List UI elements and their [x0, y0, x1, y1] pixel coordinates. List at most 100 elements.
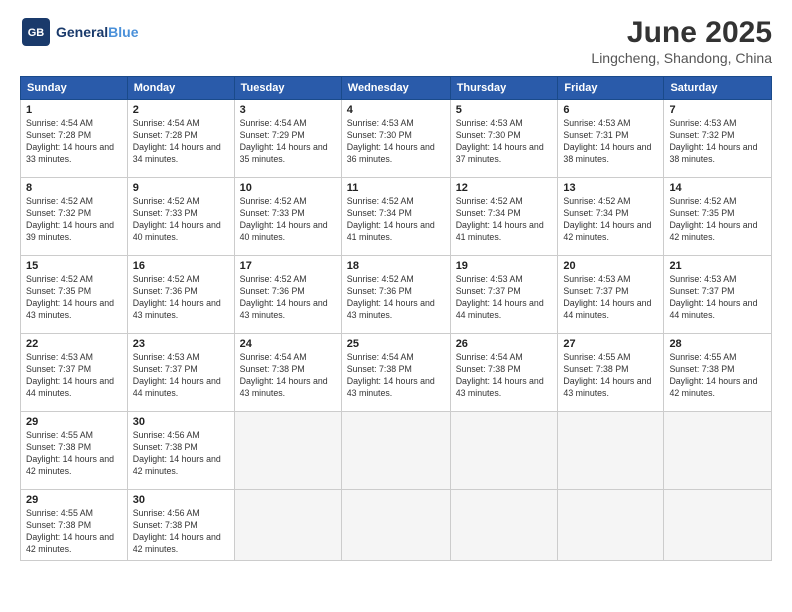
header-monday: Monday — [127, 77, 234, 100]
day-number: 24 — [240, 338, 336, 350]
day-number: 12 — [456, 182, 553, 194]
day-info: Sunrise: 4:52 AMSunset: 7:34 PMDaylight:… — [347, 196, 435, 242]
day-number: 8 — [26, 182, 122, 194]
day-info: Sunrise: 4:52 AMSunset: 7:33 PMDaylight:… — [133, 196, 221, 242]
calendar-week-4: 22 Sunrise: 4:53 AMSunset: 7:37 PMDaylig… — [21, 334, 772, 412]
calendar-cell — [450, 412, 558, 490]
calendar-week-3: 15 Sunrise: 4:52 AMSunset: 7:35 PMDaylig… — [21, 256, 772, 334]
calendar-cell: 22 Sunrise: 4:53 AMSunset: 7:37 PMDaylig… — [21, 334, 128, 412]
svg-text:GB: GB — [28, 27, 45, 39]
day-info: Sunrise: 4:55 AMSunset: 7:38 PMDaylight:… — [563, 352, 651, 398]
day-info: Sunrise: 4:53 AMSunset: 7:37 PMDaylight:… — [456, 274, 544, 320]
calendar-cell: 4 Sunrise: 4:53 AMSunset: 7:30 PMDayligh… — [341, 100, 450, 178]
calendar-cell: 3 Sunrise: 4:54 AMSunset: 7:29 PMDayligh… — [234, 100, 341, 178]
calendar-cell: 7 Sunrise: 4:53 AMSunset: 7:32 PMDayligh… — [664, 100, 772, 178]
day-number: 4 — [347, 104, 445, 116]
calendar-cell — [664, 412, 772, 490]
calendar-cell: 30 Sunrise: 4:56 AMSunset: 7:38 PMDaylig… — [127, 412, 234, 490]
day-number: 17 — [240, 260, 336, 272]
day-number: 9 — [133, 182, 229, 194]
header-thursday: Thursday — [450, 77, 558, 100]
calendar-week-2: 8 Sunrise: 4:52 AMSunset: 7:32 PMDayligh… — [21, 178, 772, 256]
logo-icon: GB — [20, 16, 52, 48]
day-number: 2 — [133, 104, 229, 116]
day-info: Sunrise: 4:52 AMSunset: 7:36 PMDaylight:… — [133, 274, 221, 320]
day-number: 13 — [563, 182, 658, 194]
day-info: Sunrise: 4:54 AMSunset: 7:28 PMDaylight:… — [26, 118, 114, 164]
day-number: 14 — [669, 182, 766, 194]
calendar-cell: 20 Sunrise: 4:53 AMSunset: 7:37 PMDaylig… — [558, 256, 664, 334]
calendar-cell — [234, 490, 341, 561]
day-info: Sunrise: 4:52 AMSunset: 7:35 PMDaylight:… — [669, 196, 757, 242]
day-number: 7 — [669, 104, 766, 116]
calendar-cell: 5 Sunrise: 4:53 AMSunset: 7:30 PMDayligh… — [450, 100, 558, 178]
calendar-cell: 28 Sunrise: 4:55 AMSunset: 7:38 PMDaylig… — [664, 334, 772, 412]
calendar-cell — [341, 490, 450, 561]
day-info: Sunrise: 4:53 AMSunset: 7:30 PMDaylight:… — [456, 118, 544, 164]
day-number: 15 — [26, 260, 122, 272]
day-number: 11 — [347, 182, 445, 194]
calendar-cell: 10 Sunrise: 4:52 AMSunset: 7:33 PMDaylig… — [234, 178, 341, 256]
calendar-cell — [450, 490, 558, 561]
calendar-cell: 18 Sunrise: 4:52 AMSunset: 7:36 PMDaylig… — [341, 256, 450, 334]
header-saturday: Saturday — [664, 77, 772, 100]
day-info: Sunrise: 4:52 AMSunset: 7:34 PMDaylight:… — [563, 196, 651, 242]
day-info: Sunrise: 4:53 AMSunset: 7:37 PMDaylight:… — [26, 352, 114, 398]
day-number: 29 — [26, 494, 122, 506]
calendar-cell: 17 Sunrise: 4:52 AMSunset: 7:36 PMDaylig… — [234, 256, 341, 334]
day-number: 20 — [563, 260, 658, 272]
day-info: Sunrise: 4:53 AMSunset: 7:31 PMDaylight:… — [563, 118, 651, 164]
calendar-week-1: 1 Sunrise: 4:54 AMSunset: 7:28 PMDayligh… — [21, 100, 772, 178]
calendar-cell: 30 Sunrise: 4:56 AMSunset: 7:38 PMDaylig… — [127, 490, 234, 561]
calendar-cell: 16 Sunrise: 4:52 AMSunset: 7:36 PMDaylig… — [127, 256, 234, 334]
calendar-cell: 29 Sunrise: 4:55 AMSunset: 7:38 PMDaylig… — [21, 490, 128, 561]
calendar-cell — [558, 412, 664, 490]
day-info: Sunrise: 4:56 AMSunset: 7:38 PMDaylight:… — [133, 430, 221, 476]
day-info: Sunrise: 4:52 AMSunset: 7:36 PMDaylight:… — [240, 274, 328, 320]
day-info: Sunrise: 4:54 AMSunset: 7:29 PMDaylight:… — [240, 118, 328, 164]
calendar-cell: 26 Sunrise: 4:54 AMSunset: 7:38 PMDaylig… — [450, 334, 558, 412]
day-number: 30 — [133, 494, 229, 506]
day-info: Sunrise: 4:53 AMSunset: 7:37 PMDaylight:… — [133, 352, 221, 398]
calendar-cell — [664, 490, 772, 561]
calendar-cell: 23 Sunrise: 4:53 AMSunset: 7:37 PMDaylig… — [127, 334, 234, 412]
calendar-cell: 15 Sunrise: 4:52 AMSunset: 7:35 PMDaylig… — [21, 256, 128, 334]
logo-general: GeneralBlue — [56, 24, 138, 40]
day-info: Sunrise: 4:54 AMSunset: 7:38 PMDaylight:… — [240, 352, 328, 398]
title-block: June 2025 Lingcheng, Shandong, China — [591, 16, 772, 66]
day-info: Sunrise: 4:55 AMSunset: 7:38 PMDaylight:… — [26, 430, 114, 476]
day-number: 21 — [669, 260, 766, 272]
calendar-cell: 11 Sunrise: 4:52 AMSunset: 7:34 PMDaylig… — [341, 178, 450, 256]
calendar-cell: 6 Sunrise: 4:53 AMSunset: 7:31 PMDayligh… — [558, 100, 664, 178]
day-info: Sunrise: 4:52 AMSunset: 7:35 PMDaylight:… — [26, 274, 114, 320]
main-title: June 2025 — [591, 16, 772, 50]
day-info: Sunrise: 4:52 AMSunset: 7:33 PMDaylight:… — [240, 196, 328, 242]
day-number: 28 — [669, 338, 766, 350]
page: GB GeneralBlue June 2025 Lingcheng, Shan… — [0, 0, 792, 612]
day-number: 19 — [456, 260, 553, 272]
calendar-week-5: 29 Sunrise: 4:55 AMSunset: 7:38 PMDaylig… — [21, 412, 772, 490]
day-info: Sunrise: 4:55 AMSunset: 7:38 PMDaylight:… — [26, 508, 114, 554]
day-number: 29 — [26, 416, 122, 428]
calendar-cell: 2 Sunrise: 4:54 AMSunset: 7:28 PMDayligh… — [127, 100, 234, 178]
header: GB GeneralBlue June 2025 Lingcheng, Shan… — [20, 16, 772, 66]
day-number: 5 — [456, 104, 553, 116]
day-number: 27 — [563, 338, 658, 350]
day-info: Sunrise: 4:52 AMSunset: 7:36 PMDaylight:… — [347, 274, 435, 320]
day-info: Sunrise: 4:53 AMSunset: 7:37 PMDaylight:… — [669, 274, 757, 320]
header-tuesday: Tuesday — [234, 77, 341, 100]
day-info: Sunrise: 4:53 AMSunset: 7:30 PMDaylight:… — [347, 118, 435, 164]
header-sunday: Sunday — [21, 77, 128, 100]
day-number: 25 — [347, 338, 445, 350]
day-info: Sunrise: 4:54 AMSunset: 7:38 PMDaylight:… — [456, 352, 544, 398]
day-info: Sunrise: 4:54 AMSunset: 7:28 PMDaylight:… — [133, 118, 221, 164]
header-wednesday: Wednesday — [341, 77, 450, 100]
day-number: 22 — [26, 338, 122, 350]
day-number: 23 — [133, 338, 229, 350]
calendar-cell: 8 Sunrise: 4:52 AMSunset: 7:32 PMDayligh… — [21, 178, 128, 256]
calendar-cell: 21 Sunrise: 4:53 AMSunset: 7:37 PMDaylig… — [664, 256, 772, 334]
calendar-week-6: 29 Sunrise: 4:55 AMSunset: 7:38 PMDaylig… — [21, 490, 772, 561]
day-number: 18 — [347, 260, 445, 272]
calendar-cell: 14 Sunrise: 4:52 AMSunset: 7:35 PMDaylig… — [664, 178, 772, 256]
header-friday: Friday — [558, 77, 664, 100]
